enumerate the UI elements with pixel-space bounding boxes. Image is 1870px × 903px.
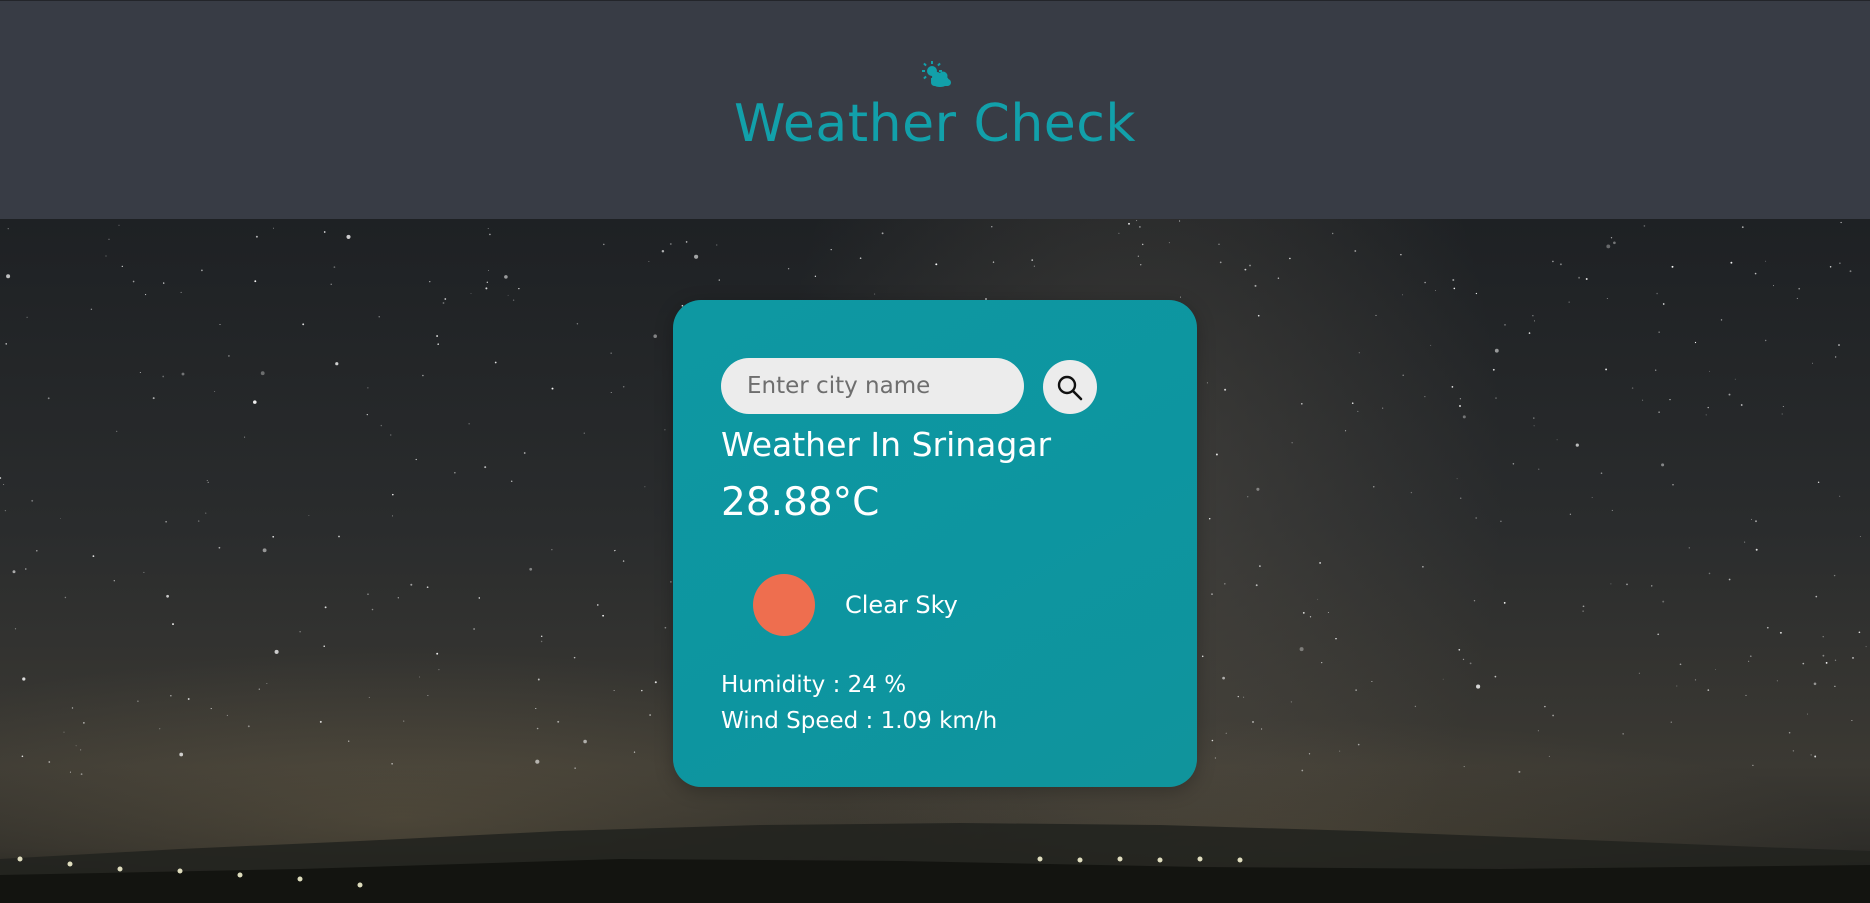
- search-icon: [1057, 375, 1083, 401]
- city-heading: Weather In Srinagar: [721, 425, 1052, 464]
- temperature: 28.88°C: [721, 480, 880, 525]
- city-search-input[interactable]: [721, 358, 1024, 414]
- weather-description: Clear Sky: [845, 591, 958, 619]
- sun-behind-cloud-icon: [922, 61, 951, 87]
- weather-card: Weather In Srinagar 28.88°C Clear Sky Hu…: [673, 300, 1197, 787]
- night-sky-background: Weather In Srinagar 28.88°C Clear Sky Hu…: [0, 219, 1870, 903]
- app-header: Weather Check: [0, 0, 1870, 219]
- clear-sky-sun-icon: [753, 574, 815, 636]
- wind-speed-text: Wind Speed : 1.09 km/h: [721, 708, 998, 734]
- humidity-text: Humidity : 24 %: [721, 672, 907, 698]
- page-title: Weather Check: [734, 94, 1136, 154]
- search-button[interactable]: [1043, 360, 1097, 414]
